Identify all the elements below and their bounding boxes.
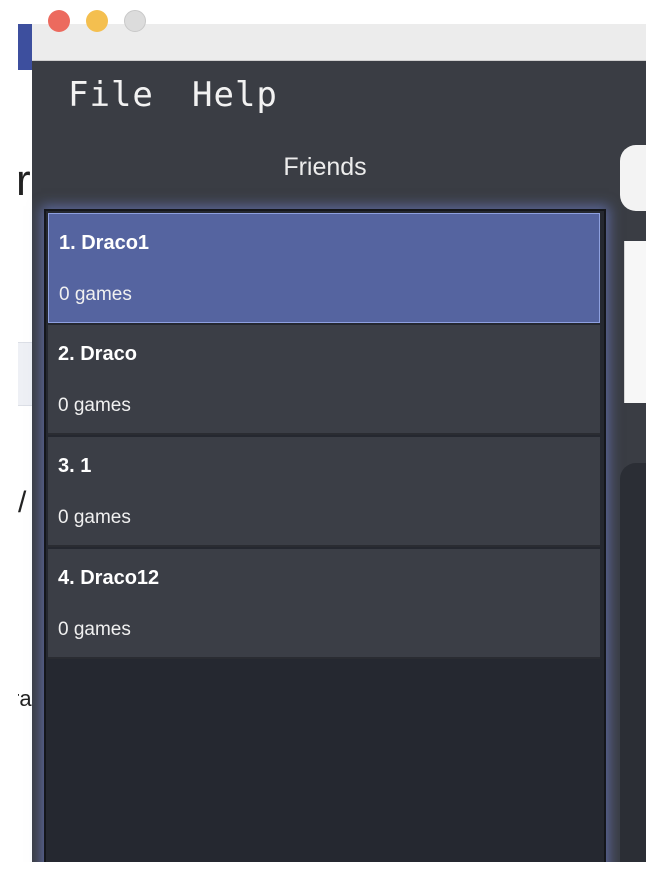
menu-file[interactable]: File — [68, 75, 154, 115]
friend-list-item[interactable]: 2. Draco 0 games — [48, 325, 600, 435]
friend-name: 4. Draco12 — [58, 567, 160, 589]
friend-games-count: 0 games — [58, 507, 131, 528]
app-window: File Help Friends 1. Draco1 0 games 2. D… — [32, 61, 646, 873]
zoom-window-button[interactable] — [124, 10, 146, 32]
friend-games-count: 0 games — [59, 284, 132, 305]
friend-name: 2. Draco — [58, 343, 137, 365]
friend-name: 1. Draco1 — [59, 232, 150, 254]
right-panel-input[interactable] — [620, 145, 646, 211]
menu-help[interactable]: Help — [192, 75, 278, 115]
screen: r / ra File Help Friends 1. Draco1 0 gam… — [0, 0, 646, 876]
friends-list[interactable]: 1. Draco1 0 games 2. Draco 0 games 3. 1 … — [44, 209, 606, 873]
close-window-button[interactable] — [48, 10, 70, 32]
right-panel-dark-area — [620, 463, 646, 863]
friends-panel-title: Friends — [283, 153, 367, 181]
friend-games-count: 0 games — [58, 619, 131, 640]
friend-list-item[interactable]: 1. Draco1 0 games — [48, 213, 600, 323]
right-panel-card — [624, 241, 646, 403]
friend-list-item[interactable]: 4. Draco12 0 games — [48, 549, 600, 659]
friend-name: 3. 1 — [58, 455, 92, 477]
screen-bottom-strip — [0, 862, 646, 876]
friend-list-item[interactable]: 3. 1 0 games — [48, 437, 600, 547]
window-titlebar — [32, 24, 646, 61]
friend-games-count: 0 games — [58, 395, 131, 416]
background-text-fragment: ra — [18, 686, 32, 711]
minimize-window-button[interactable] — [86, 10, 108, 32]
menu-bar: File Help — [32, 61, 646, 131]
background-text-fragment: / — [18, 486, 27, 519]
background-text-fragment: r — [18, 156, 31, 205]
